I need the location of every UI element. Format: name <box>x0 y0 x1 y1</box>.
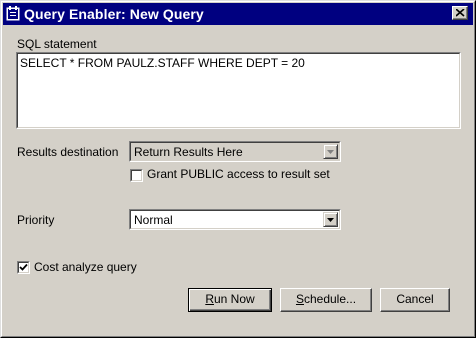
results-destination-label: Results destination <box>17 145 119 159</box>
schedule-button[interactable]: Schedule... <box>280 288 372 312</box>
sql-statement-text: SELECT * FROM PAULZ.STAFF WHERE DEPT = 2… <box>20 56 305 70</box>
results-destination-select[interactable]: Return Results Here <box>129 141 341 162</box>
results-destination-value: Return Results Here <box>134 145 243 159</box>
priority-value: Normal <box>134 213 173 227</box>
priority-label: Priority <box>17 213 55 227</box>
title-bar[interactable]: Query Enabler: New Query <box>3 3 473 25</box>
sql-statement-label: SQL statement <box>17 37 97 51</box>
cost-analyze-label[interactable]: Cost analyze query <box>34 260 137 274</box>
grant-public-checkbox[interactable] <box>130 169 143 182</box>
query-enabler-dialog: Query Enabler: New Query SQL statement S… <box>0 0 476 338</box>
checkmark-icon <box>19 263 28 271</box>
chevron-down-icon <box>327 150 334 154</box>
results-destination-dropdown-button[interactable] <box>323 144 338 159</box>
chevron-down-icon <box>327 218 334 222</box>
grant-public-label[interactable]: Grant PUBLIC access to result set <box>147 167 330 181</box>
close-icon <box>456 9 465 17</box>
sql-statement-textarea[interactable]: SELECT * FROM PAULZ.STAFF WHERE DEPT = 2… <box>16 52 461 129</box>
close-button[interactable] <box>452 6 468 20</box>
priority-select[interactable]: Normal <box>129 209 341 230</box>
query-app-icon[interactable] <box>6 6 20 21</box>
cost-analyze-checkbox[interactable] <box>17 261 30 274</box>
run-now-button[interactable]: Run Now <box>188 288 272 312</box>
window-title: Query Enabler: New Query <box>24 6 204 22</box>
priority-dropdown-button[interactable] <box>323 212 338 227</box>
cancel-button[interactable]: Cancel <box>380 288 450 312</box>
